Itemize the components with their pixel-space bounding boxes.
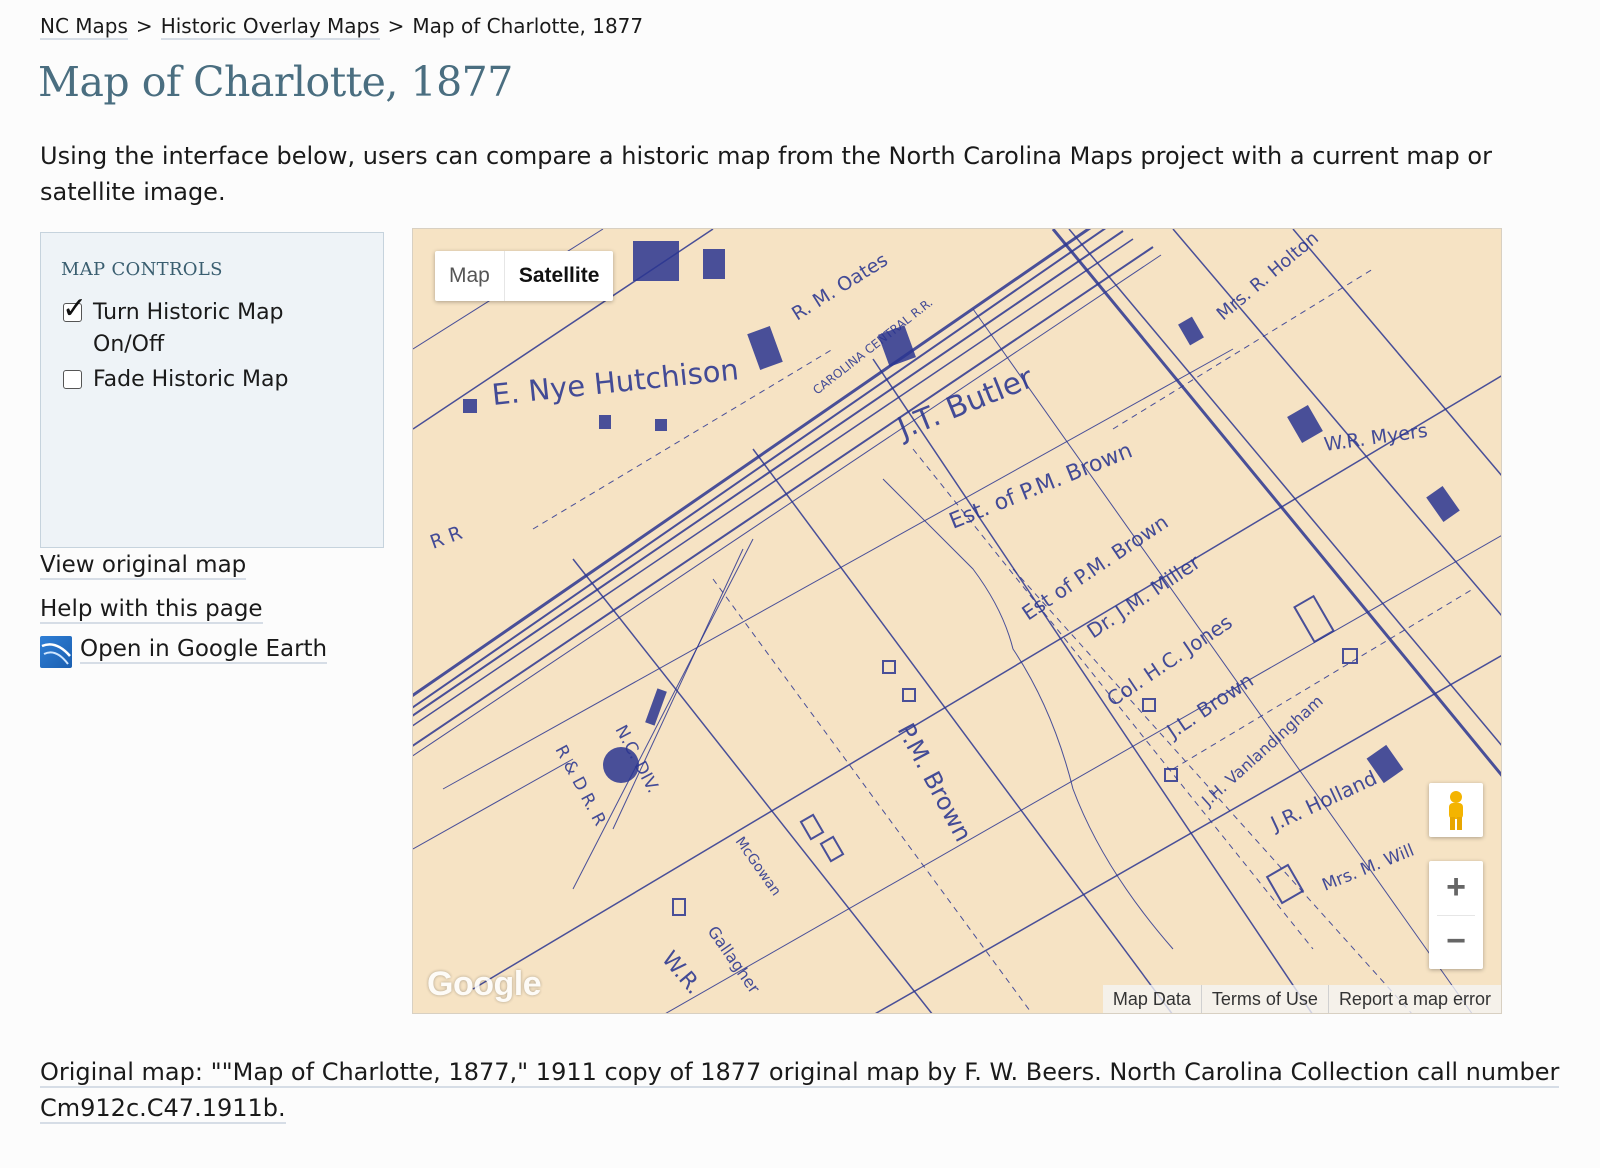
page-title: Map of Charlotte, 1877: [38, 58, 513, 106]
checkmark-icon: ✓: [62, 291, 88, 326]
google-earth-icon[interactable]: [40, 636, 72, 668]
original-map-citation-text[interactable]: Original map: ""Map of Charlotte, 1877,"…: [40, 1058, 1560, 1124]
toggle-historic-map-label[interactable]: Turn Historic Map On/Off: [93, 297, 313, 361]
map-controls-panel: MAP CONTROLS ✓ Turn Historic Map On/Off …: [40, 232, 384, 548]
terms-of-use-link[interactable]: Terms of Use: [1200, 985, 1328, 1013]
fade-historic-map-row[interactable]: Fade Historic Map: [61, 364, 313, 396]
map-controls-heading: MAP CONTROLS: [61, 259, 223, 280]
google-logo: Google: [427, 965, 542, 1003]
breadcrumb-link-nc-maps[interactable]: NC Maps: [40, 14, 128, 40]
view-original-map-link[interactable]: View original map: [40, 552, 247, 580]
toggle-historic-map-checkbox[interactable]: ✓: [62, 294, 87, 324]
breadcrumb-current: Map of Charlotte, 1877: [412, 14, 644, 38]
breadcrumb: NC Maps > Historic Overlay Maps > Map of Cha…: [40, 14, 644, 40]
map-attribution: Map Data Terms of Use Report a map error: [1102, 985, 1501, 1013]
zoom-out-button[interactable]: −: [1429, 915, 1483, 969]
open-in-google-earth-link[interactable]: Open in Google Earth: [80, 636, 328, 664]
report-map-error-link[interactable]: Report a map error: [1327, 985, 1501, 1013]
toggle-historic-map-row[interactable]: ✓ Turn Historic Map On/Off: [61, 294, 313, 361]
street-view-pegman-icon[interactable]: [1429, 783, 1483, 837]
zoom-in-button[interactable]: +: [1429, 861, 1483, 915]
help-link[interactable]: Help with this page: [40, 596, 263, 624]
historic-map-viewer[interactable]: E. Nye Hutchison J.T. Butler Est. of P.M…: [412, 228, 1502, 1014]
breadcrumb-separator: >: [387, 14, 405, 38]
breadcrumb-separator: >: [135, 14, 153, 38]
historic-map-overlay[interactable]: E. Nye Hutchison J.T. Butler Est. of P.M…: [413, 229, 1502, 1014]
intro-text: Using the interface below, users can com…: [40, 142, 1492, 206]
map-type-satellite-button[interactable]: Satellite: [503, 251, 614, 301]
fade-historic-map-label[interactable]: Fade Historic Map: [93, 364, 313, 396]
zoom-control: + −: [1429, 861, 1483, 969]
fade-historic-map-checkbox[interactable]: [63, 370, 82, 389]
breadcrumb-link-historic-overlay-maps[interactable]: Historic Overlay Maps: [160, 14, 380, 40]
map-data-link[interactable]: Map Data: [1103, 985, 1201, 1013]
original-map-citation: Original map: ""Map of Charlotte, 1877,"…: [40, 1054, 1560, 1126]
map-type-control: Map Satellite: [435, 251, 614, 301]
map-type-map-button[interactable]: Map: [435, 251, 504, 301]
